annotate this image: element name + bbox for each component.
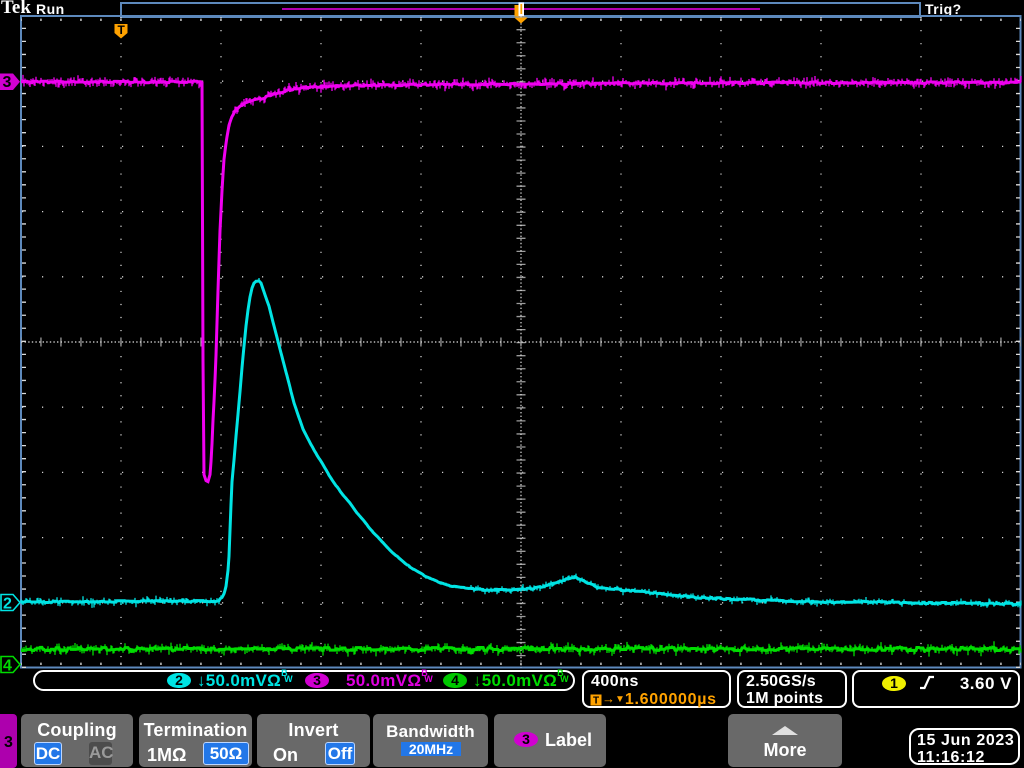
svg-text:2: 2 (3, 596, 12, 613)
svg-text:3: 3 (3, 74, 12, 91)
svg-text:4: 4 (3, 658, 12, 675)
svg-text:T: T (593, 696, 599, 707)
svg-text:T: T (118, 23, 126, 37)
